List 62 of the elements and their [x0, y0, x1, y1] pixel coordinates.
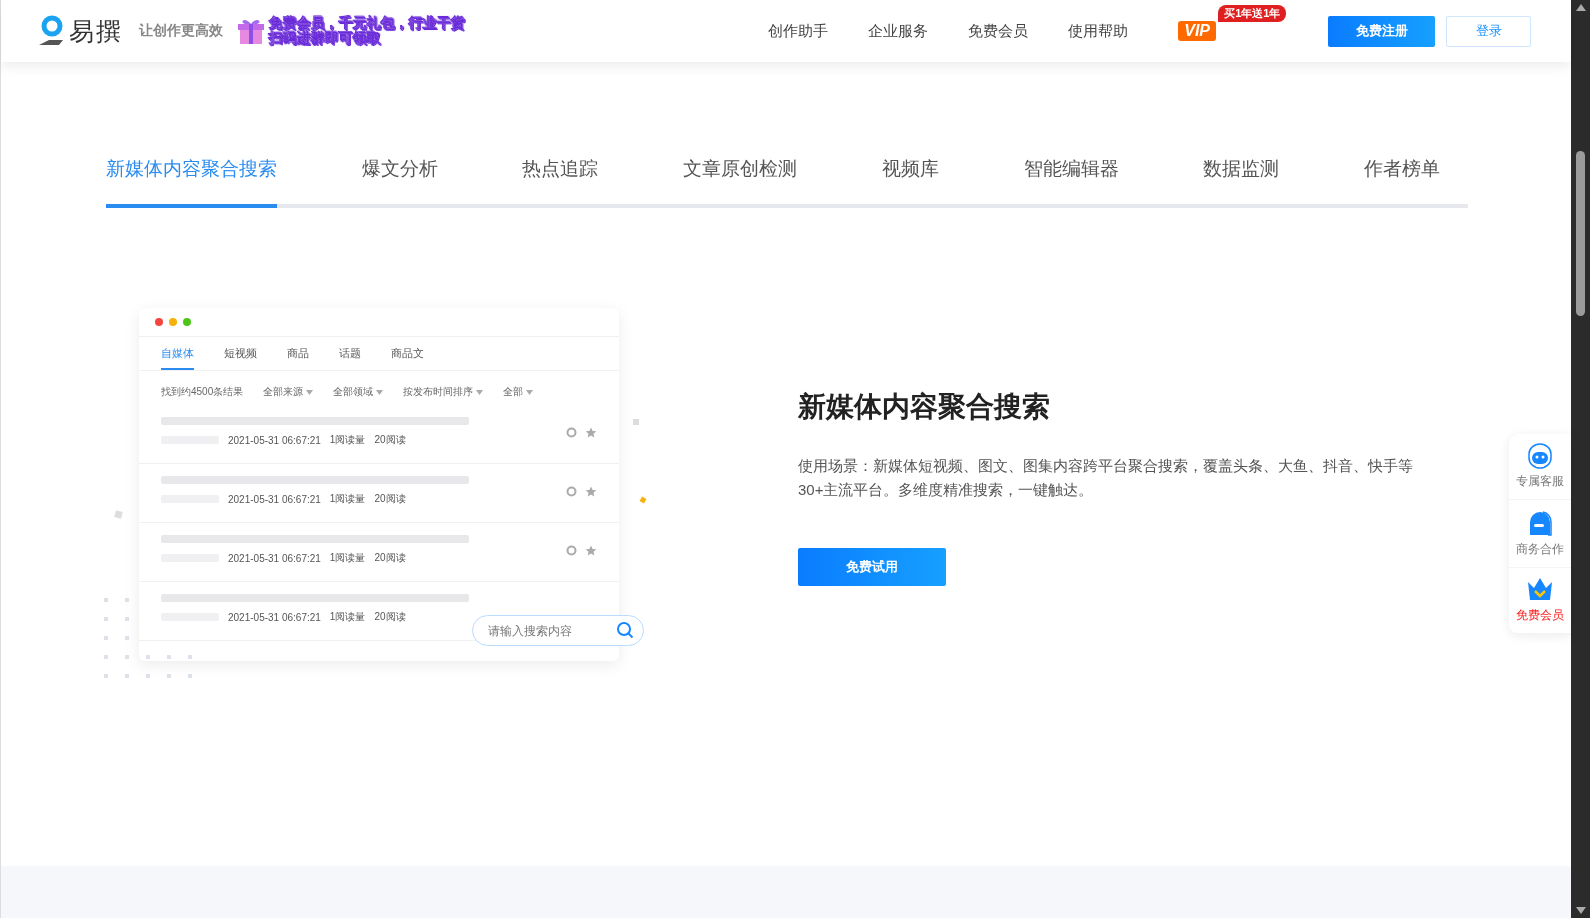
- mockup-tab[interactable]: 商品: [287, 337, 309, 370]
- read-count: 20阅读: [374, 492, 406, 506]
- nav-link[interactable]: 企业服务: [868, 21, 929, 41]
- square-drawing: [632, 418, 641, 427]
- circle-icon[interactable]: [566, 544, 577, 556]
- promo-badge: 买1年送1年: [1218, 5, 1287, 22]
- mockup-tab[interactable]: 短视频: [224, 337, 257, 370]
- feature-tab[interactable]: 智能编辑器: [1023, 156, 1119, 208]
- star-icon[interactable]: [585, 544, 597, 556]
- publish-date: 2021-05-31 06:67:21: [228, 493, 321, 505]
- read-count: 1阅读量: [329, 551, 366, 565]
- caret-icon: [376, 389, 384, 395]
- star-icon[interactable]: [585, 485, 597, 497]
- publish-date: 2021-05-31 06:67:21: [228, 434, 321, 446]
- mockup-tab[interactable]: 话题: [339, 337, 361, 370]
- feature-tab[interactable]: 爆文分析: [361, 156, 438, 208]
- logo-icon: [37, 15, 65, 47]
- feature-tab[interactable]: 视频库: [881, 156, 939, 208]
- window-dot: [155, 318, 163, 326]
- nav-link[interactable]: 使用帮助: [1068, 21, 1129, 41]
- read-count: 20阅读: [374, 433, 406, 447]
- feature-tab[interactable]: 作者榜单: [1363, 156, 1440, 208]
- read-count: 1阅读量: [329, 492, 366, 506]
- publish-date: 2021-05-31 06:67:21: [228, 611, 321, 623]
- read-count: 20阅读: [374, 551, 406, 565]
- result-count: 找到约4500条结果: [161, 385, 244, 399]
- filter-dropdown[interactable]: 全部: [503, 385, 534, 399]
- slogan: 让创作更高效: [139, 22, 223, 40]
- feature-tab[interactable]: 数据监测: [1203, 156, 1280, 208]
- search-field[interactable]: 请输入搜索内容: [472, 615, 644, 646]
- nav-link[interactable]: 创作助手: [768, 21, 829, 41]
- mockup-tab[interactable]: 自媒体: [161, 337, 194, 370]
- filter-dropdown[interactable]: 全部来源: [263, 385, 314, 399]
- window-dot: [183, 318, 191, 326]
- nav-link[interactable]: 免费会员: [968, 21, 1029, 41]
- scroll-thumb[interactable]: [1576, 151, 1585, 316]
- feature-tab[interactable]: 文章原创检测: [683, 156, 798, 208]
- mockup-tab[interactable]: 商品文: [391, 337, 424, 370]
- read-count: 1阅读量: [329, 433, 366, 447]
- feature-title: 新媒体内容聚合搜索: [798, 390, 1051, 424]
- caret-icon: [526, 389, 534, 395]
- scroll-up-icon[interactable]: [1575, 4, 1586, 11]
- feature-description: 使用场景：新媒体短视频、图文、图集内容跨平台聚合搜索，覆盖头条、大鱼、抖音、快手等30+主流平台。多维度精准搜索，一键触达。: [798, 456, 1414, 500]
- feature-tab[interactable]: 热点追踪: [522, 156, 599, 208]
- promo-banner[interactable]: 免费会员，千元礼包，行业干货 扫码进群即可领取: [269, 16, 465, 46]
- publish-date: 2021-05-31 06:67:21: [228, 552, 321, 564]
- circle-icon[interactable]: [566, 485, 577, 497]
- filter-dropdown[interactable]: 全部领域: [333, 385, 384, 399]
- caret-icon: [476, 389, 484, 395]
- diamond-drawing: [639, 496, 647, 504]
- read-count: 20阅读: [374, 610, 406, 624]
- search-icon[interactable]: [616, 621, 634, 639]
- caret-icon: [306, 389, 314, 395]
- filter-dropdown[interactable]: 按发布时间排序: [403, 385, 484, 399]
- square-drawing: [114, 510, 123, 519]
- robot-icon: [1525, 442, 1555, 470]
- logo-text: 易撰: [69, 15, 123, 47]
- window-dot: [169, 318, 177, 326]
- star-icon[interactable]: [585, 426, 597, 438]
- scroll-down-icon[interactable]: [1575, 907, 1586, 914]
- read-count: 1阅读量: [329, 610, 366, 624]
- circle-icon[interactable]: [566, 426, 577, 438]
